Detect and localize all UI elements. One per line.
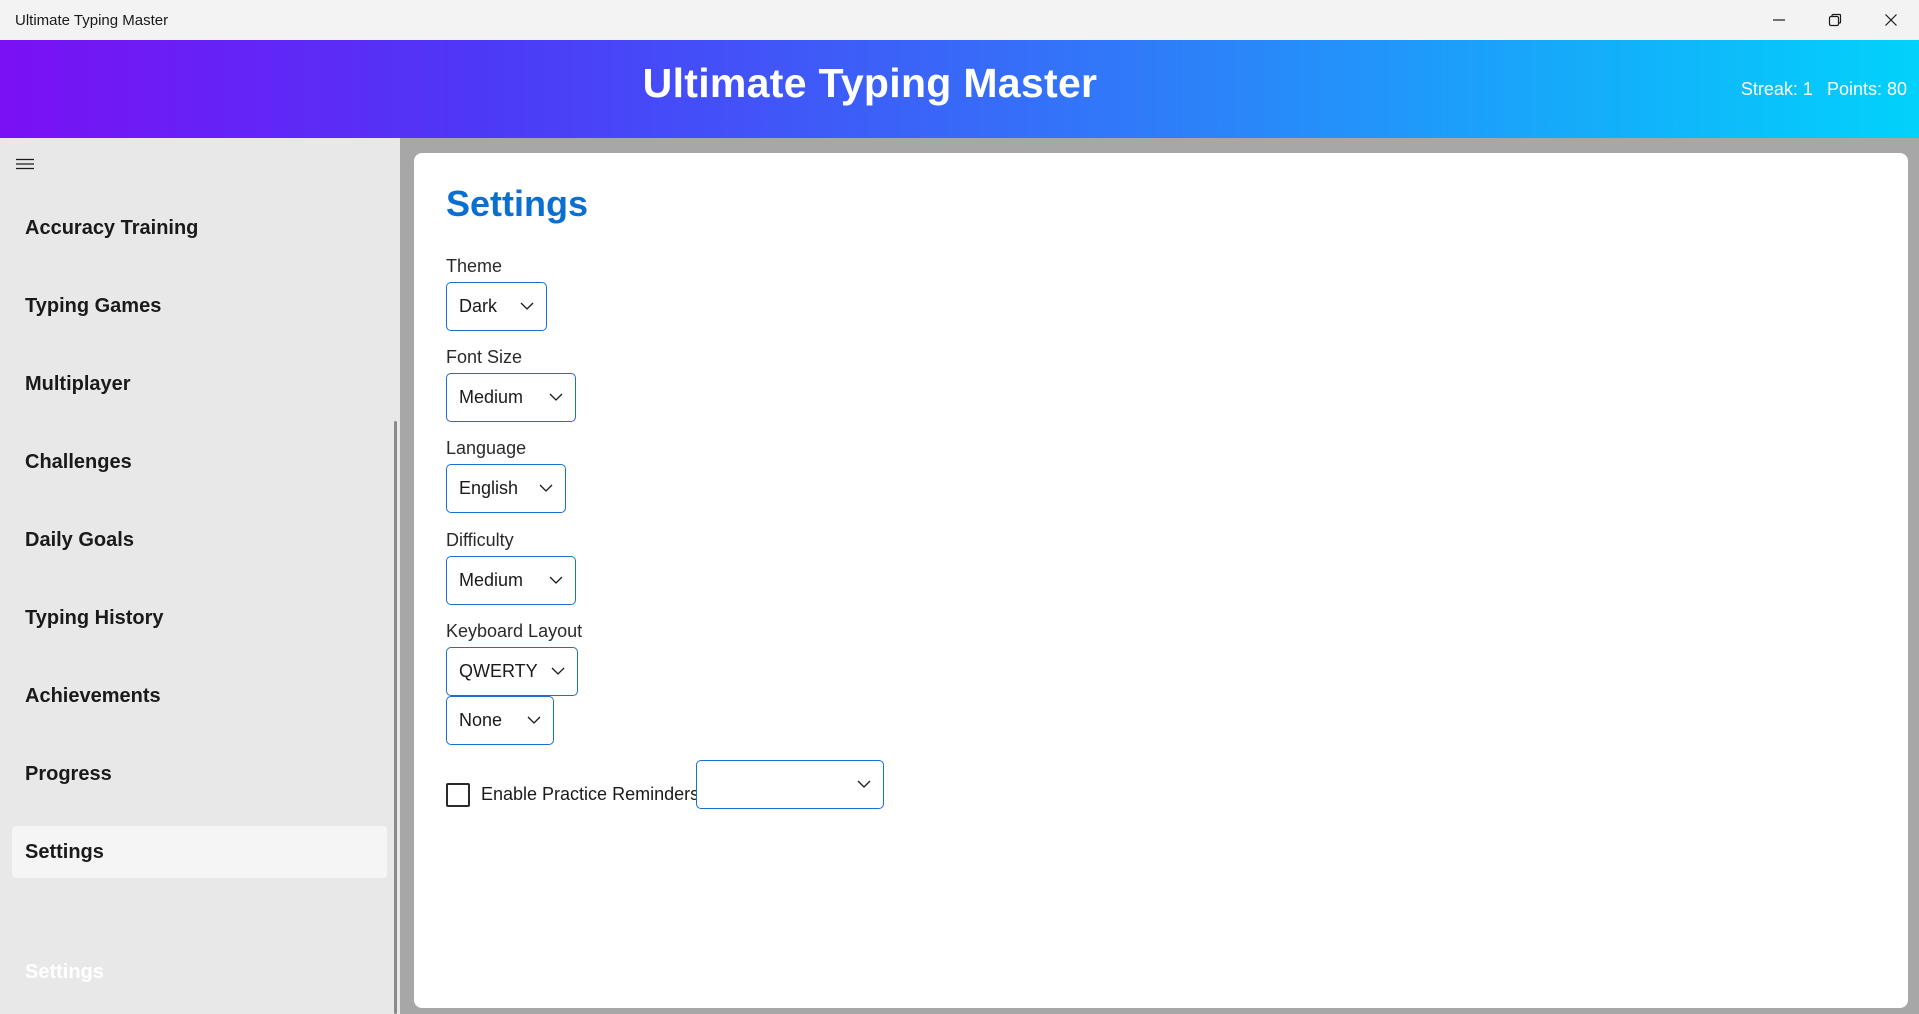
practice-reminders-label[interactable]: Enable Practice Reminders: [481, 784, 699, 805]
restore-icon: [1828, 13, 1842, 27]
difficulty-dropdown-value: Medium: [459, 570, 524, 590]
sidebar-item-achievements[interactable]: Achievements: [12, 670, 387, 722]
sidebar-nav: Accuracy Training Typing Games Multiplay…: [0, 138, 400, 1014]
sidebar-item-multiplayer[interactable]: Multiplayer: [12, 358, 387, 410]
sidebar-item-typing-history[interactable]: Typing History: [12, 592, 387, 644]
window-title: Ultimate Typing Master: [15, 11, 169, 29]
chevron-down-icon: [520, 302, 534, 310]
sidebar-item-accuracy-training[interactable]: Accuracy Training: [12, 202, 387, 254]
menu-toggle-button[interactable]: [12, 151, 38, 177]
close-icon: [1885, 14, 1897, 26]
practice-reminders-checkbox[interactable]: [446, 782, 470, 807]
font-size-dropdown[interactable]: Medium: [446, 373, 576, 422]
hamburger-menu-icon: [16, 158, 34, 170]
reminder-time-dropdown[interactable]: [696, 760, 884, 809]
practice-reminders-row: Enable Practice Reminders: [446, 770, 699, 819]
theme-label: Theme: [446, 256, 503, 276]
chevron-down-icon: [549, 576, 563, 584]
nav-list: Accuracy Training Typing Games Multiplay…: [12, 202, 387, 904]
sidebar-scrollbar[interactable]: [394, 421, 397, 1014]
language-label: Language: [446, 438, 527, 458]
keyboard-layout-dropdown[interactable]: QWERTY: [446, 647, 578, 696]
restore-button[interactable]: [1807, 0, 1863, 40]
minimize-icon: [1773, 19, 1785, 21]
difficulty-label: Difficulty: [446, 530, 514, 550]
minimize-button[interactable]: [1751, 0, 1807, 40]
user-stats: Streak: 1 Points: 80: [1741, 79, 1907, 100]
sidebar-item-settings[interactable]: Settings: [12, 826, 387, 878]
keyboard-layout-label: Keyboard Layout: [446, 621, 583, 641]
language-dropdown[interactable]: English: [446, 464, 566, 513]
streak-counter: Streak: 1: [1740, 79, 1813, 99]
settings-panel: Settings Theme Dark Font Size Medium Lan…: [414, 153, 1908, 1008]
points-counter: Points: 80: [1826, 79, 1907, 99]
sidebar-item-challenges[interactable]: Challenges: [12, 436, 387, 488]
sidebar-item-progress[interactable]: Progress: [12, 748, 387, 800]
chevron-down-icon: [551, 667, 565, 675]
chevron-down-icon: [857, 780, 871, 788]
theme-dropdown-value: Dark: [459, 296, 498, 316]
font-size-label: Font Size: [446, 347, 523, 367]
sidebar-item-daily-goals[interactable]: Daily Goals: [12, 514, 387, 566]
language-dropdown-value: English: [459, 478, 519, 498]
chevron-down-icon: [549, 393, 563, 401]
sidebar-footer-settings[interactable]: Settings: [25, 961, 104, 984]
difficulty-dropdown[interactable]: Medium: [446, 556, 576, 605]
keyboard-layout-dropdown-value: QWERTY: [459, 661, 538, 681]
title-bar: Ultimate Typing Master: [0, 0, 1919, 40]
app-header-title: Ultimate Typing Master: [642, 60, 1098, 106]
close-button[interactable]: [1863, 0, 1919, 40]
page-title: Settings: [446, 183, 589, 224]
font-size-dropdown-value: Medium: [459, 387, 524, 407]
chevron-down-icon: [539, 484, 553, 492]
chevron-down-icon: [527, 716, 541, 724]
extra-option-dropdown[interactable]: None: [446, 696, 554, 745]
window-controls: [1751, 0, 1919, 40]
theme-dropdown[interactable]: Dark: [446, 282, 547, 331]
app-header: Ultimate Typing Master Streak: 1 Points:…: [0, 40, 1919, 138]
sidebar-item-typing-games[interactable]: Typing Games: [12, 280, 387, 332]
extra-option-dropdown-value: None: [459, 710, 503, 730]
